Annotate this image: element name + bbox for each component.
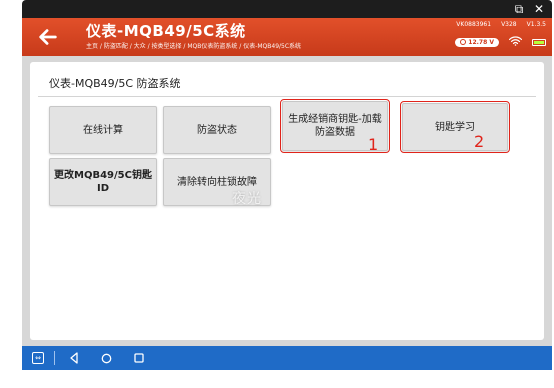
function-panel: 仪表-MQB49/5C 防盗系统 在线计算 防盗状态 生成经销商钥匙-加载防盗数… (30, 62, 544, 340)
voltage-badge: 12.78 V (455, 37, 499, 47)
recents-icon[interactable] (134, 353, 144, 363)
back-button[interactable] (22, 18, 74, 56)
immobilizer-status-button[interactable]: 防盗状态 (163, 106, 271, 154)
key-learning-button[interactable]: 钥匙学习 (400, 101, 510, 153)
app-version: V1.3.5 (526, 21, 546, 28)
v-code: V328 (501, 21, 517, 28)
divider (38, 96, 536, 97)
restore-window-icon[interactable]: ⧉ (512, 2, 526, 16)
page-title: 仪表-MQB49/5C系统 (86, 22, 246, 40)
system-navbar: ⇔ (22, 346, 552, 370)
close-window-icon[interactable]: ✕ (532, 2, 546, 16)
serial-number: VK0883961 (456, 21, 492, 28)
watermark: 夜光 (232, 191, 262, 207)
app-switch-icon[interactable]: ⇔ (32, 352, 44, 364)
breadcrumb: 主页 / 防盗匹配 / 大众 / 按类型选择 / MQB仪表防盗系统 / 仪表-… (86, 43, 302, 50)
change-key-id-button[interactable]: 更改MQB49/5C钥匙ID (49, 158, 157, 206)
voltage-value: 12.78 V (468, 38, 494, 46)
annotation-2: 2 (474, 132, 485, 151)
nav-divider (54, 351, 55, 365)
main-content: 仪表-MQB49/5C 防盗系统 在线计算 防盗状态 生成经销商钥匙-加载防盗数… (22, 56, 552, 346)
battery-icon (532, 38, 546, 46)
panel-title: 仪表-MQB49/5C 防盗系统 (49, 77, 181, 90)
online-calculation-button[interactable]: 在线计算 (49, 106, 157, 154)
back-icon[interactable] (69, 349, 79, 368)
app-header: 仪表-MQB49/5C系统 主页 / 防盗匹配 / 大众 / 按类型选择 / M… (22, 18, 552, 56)
wifi-icon (508, 36, 523, 48)
annotation-1: 1 (368, 135, 379, 154)
voltage-icon (460, 39, 467, 45)
window-controls: ⧉ ✕ (512, 2, 546, 16)
arrow-left-icon (39, 29, 57, 45)
device-status: VK0883961 V328 V1.3.5 12.78 V (455, 20, 546, 48)
home-icon[interactable] (101, 353, 112, 364)
